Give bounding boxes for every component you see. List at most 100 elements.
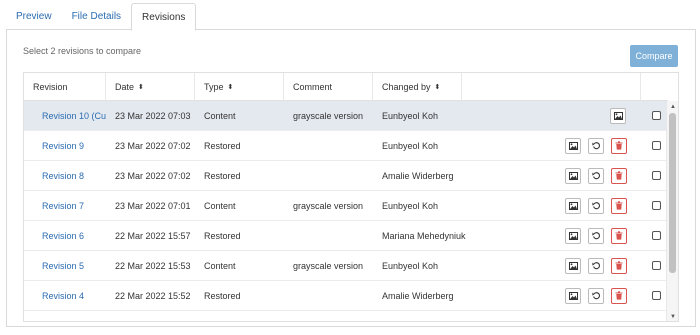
preview-button[interactable] <box>565 138 581 154</box>
trash-icon <box>615 287 623 305</box>
revision-date: 23 Mar 2022 07:01 <box>115 201 191 211</box>
image-icon <box>568 137 578 155</box>
compare-checkbox[interactable] <box>652 231 661 240</box>
image-icon <box>613 107 623 125</box>
tab-file-details[interactable]: File Details <box>62 3 131 30</box>
table-row: Revision 4 22 Mar 2022 15:52 Restored Am… <box>24 281 668 311</box>
col-header-actions <box>462 73 641 101</box>
compare-checkbox[interactable] <box>652 291 661 300</box>
restore-button[interactable] <box>588 198 604 214</box>
restore-icon <box>591 167 601 185</box>
restore-icon <box>591 227 601 245</box>
scrollbar-thumb[interactable] <box>669 113 676 273</box>
col-header-revision-label: Revision <box>33 82 68 92</box>
image-icon <box>568 197 578 215</box>
revision-date: 22 Mar 2022 15:57 <box>115 231 191 241</box>
revision-type: Content <box>204 201 236 211</box>
restore-button[interactable] <box>588 138 604 154</box>
compare-checkbox[interactable] <box>652 111 661 120</box>
revision-link[interactable]: Revision 6 <box>24 221 106 251</box>
compare-checkbox[interactable] <box>652 171 661 180</box>
col-header-type[interactable]: Type ⬍ <box>195 73 284 101</box>
image-icon <box>568 287 578 305</box>
revision-comment: grayscale version <box>293 111 364 121</box>
revisions-panel: Select 2 revisions to compare Compare Re… <box>6 29 696 327</box>
revision-changed-by: Eunbyeol Koh <box>382 201 439 211</box>
trash-icon <box>615 137 623 155</box>
revision-comment: grayscale version <box>293 261 364 271</box>
col-header-comment: Comment <box>284 73 373 101</box>
revision-link[interactable]: Revision 9 <box>24 131 106 161</box>
trash-icon <box>615 227 623 245</box>
compare-button[interactable]: Compare <box>630 45 678 67</box>
restore-icon <box>591 137 601 155</box>
delete-button[interactable] <box>611 168 627 184</box>
col-header-date-label: Date <box>115 82 135 92</box>
table-row: Revision 9 23 Mar 2022 07:02 Restored Eu… <box>24 131 668 161</box>
trash-icon <box>615 167 623 185</box>
revision-comment: grayscale version <box>293 201 364 211</box>
table-row: Revision 8 23 Mar 2022 07:02 Restored Am… <box>24 161 668 191</box>
sort-icon[interactable]: ⬍ <box>228 83 234 91</box>
restore-button[interactable] <box>588 168 604 184</box>
compare-checkbox[interactable] <box>652 201 661 210</box>
col-header-comment-label: Comment <box>293 82 333 92</box>
tab-preview[interactable]: Preview <box>6 3 62 30</box>
table-row: Revision 6 22 Mar 2022 15:57 Restored Ma… <box>24 221 668 251</box>
restore-button[interactable] <box>588 288 604 304</box>
restore-button[interactable] <box>588 228 604 244</box>
delete-button[interactable] <box>611 288 627 304</box>
compare-checkbox[interactable] <box>652 261 661 270</box>
revision-comment <box>284 131 373 161</box>
preview-button[interactable] <box>565 228 581 244</box>
preview-button[interactable] <box>565 258 581 274</box>
table-row: Revision 7 23 Mar 2022 07:01 Content gra… <box>24 191 668 221</box>
revision-type: Restored <box>204 231 241 241</box>
col-header-date[interactable]: Date ⬍ <box>106 73 195 101</box>
compare-hint: Select 2 revisions to compare <box>23 46 142 56</box>
preview-button[interactable] <box>565 288 581 304</box>
delete-button[interactable] <box>611 138 627 154</box>
delete-button[interactable] <box>611 258 627 274</box>
revision-date: 23 Mar 2022 07:03 <box>115 111 191 121</box>
table-row: Revision 5 22 Mar 2022 15:53 Content gra… <box>24 251 668 281</box>
revision-date: 22 Mar 2022 15:53 <box>115 261 191 271</box>
col-header-select <box>641 73 668 101</box>
delete-button[interactable] <box>611 198 627 214</box>
trash-icon <box>615 257 623 275</box>
scroll-down-icon[interactable]: ▼ <box>669 313 677 321</box>
revision-comment <box>284 221 373 251</box>
revision-date: 23 Mar 2022 07:02 <box>115 171 191 181</box>
table-header: Revision Date ⬍ Type ⬍ Comment Changed b… <box>24 73 668 101</box>
revision-changed-by: Eunbyeol Koh <box>382 141 439 151</box>
revision-changed-by: Eunbyeol Koh <box>382 261 439 271</box>
revision-changed-by: Mariana Mehedyniuk <box>382 231 466 241</box>
scroll-up-icon[interactable]: ▲ <box>669 103 677 111</box>
revision-link[interactable]: Revision 10 (Current) <box>24 101 106 131</box>
image-icon <box>568 227 578 245</box>
col-header-changed-by[interactable]: Changed by ⬍ <box>373 73 462 101</box>
revision-comment <box>284 161 373 191</box>
preview-button[interactable] <box>565 198 581 214</box>
revision-link[interactable]: Revision 5 <box>24 251 106 281</box>
image-icon <box>568 167 578 185</box>
vertical-scrollbar[interactable]: ▲ ▼ <box>666 101 678 321</box>
revision-link[interactable]: Revision 8 <box>24 161 106 191</box>
revision-link[interactable]: Revision 4 <box>24 281 106 311</box>
col-header-revision: Revision <box>24 73 106 101</box>
revision-changed-by: Amalie Widerberg <box>382 291 454 301</box>
preview-button[interactable] <box>610 108 626 124</box>
revision-comment <box>284 281 373 311</box>
tab-revisions[interactable]: Revisions <box>131 3 197 31</box>
revision-type: Restored <box>204 171 241 181</box>
revision-link[interactable]: Revision 7 <box>24 191 106 221</box>
sort-icon[interactable]: ⬍ <box>138 83 144 91</box>
restore-button[interactable] <box>588 258 604 274</box>
restore-icon <box>591 287 601 305</box>
revision-type: Content <box>204 111 236 121</box>
sort-icon[interactable]: ⬍ <box>435 83 441 91</box>
delete-button[interactable] <box>611 228 627 244</box>
preview-button[interactable] <box>565 168 581 184</box>
table-row: Revision 10 (Current) 23 Mar 2022 07:03 … <box>24 101 668 131</box>
compare-checkbox[interactable] <box>652 141 661 150</box>
